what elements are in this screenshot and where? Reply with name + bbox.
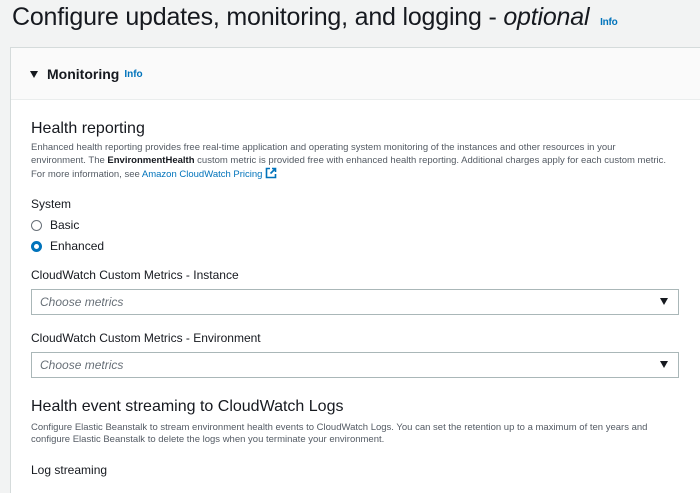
instance-metrics-field: CloudWatch Custom Metrics - Instance Cho… [31,267,679,315]
page-title: Configure updates, monitoring, and loggi… [12,3,618,32]
monitoring-info-link[interactable]: Info [124,69,142,80]
cloudwatch-pricing-link[interactable]: Amazon CloudWatch Pricing [141,167,278,180]
instance-metrics-select[interactable]: Choose metrics [31,288,679,315]
system-radio-enhanced[interactable]: Enhanced [31,236,671,257]
environment-metrics-select[interactable]: Choose metrics [31,351,679,378]
health-reporting-heading: Health reporting [31,120,145,137]
environment-metrics-placeholder: Choose metrics [40,357,124,372]
radio-basic-circle[interactable] [31,219,42,231]
environment-metrics-label: CloudWatch Custom Metrics - Environment [31,330,261,345]
instance-metrics-label: CloudWatch Custom Metrics - Instance [31,267,239,282]
log-streaming-label: Log streaming [31,462,108,477]
system-radio-basic[interactable]: Basic [31,215,671,236]
monitoring-panel: Monitoring Info Health reporting Enhance… [10,47,700,493]
dropdown-arrow-icon [660,361,668,368]
radio-enhanced-circle[interactable] [31,240,42,252]
page-title-text: Configure updates, monitoring, and loggi… [12,3,504,31]
health-streaming-heading: Health event streaming to CloudWatch Log… [31,397,344,415]
page-info-link[interactable]: Info [600,17,618,28]
health-desc-bold: EnvironmentHealth [107,154,195,166]
health-streaming-section: Health event streaming to CloudWatch Log… [31,398,671,477]
dropdown-arrow-icon [660,298,668,305]
radio-enhanced-label: Enhanced [50,239,105,253]
environment-metrics-field: CloudWatch Custom Metrics - Environment … [31,330,679,378]
system-field: System Basic Enhanced [31,197,671,257]
page-title-optional: optional [503,3,590,31]
monitoring-content: Health reporting Enhanced health reporti… [31,120,679,477]
monitoring-section-header[interactable]: Monitoring Info [11,48,700,100]
external-link-icon [266,167,277,179]
monitoring-section-title: Monitoring [47,65,120,82]
cloudwatch-pricing-link-text: Amazon CloudWatch Pricing [141,169,263,180]
system-label: System [31,196,72,211]
health-streaming-description: Configure Elastic Beanstalk to stream en… [31,421,648,446]
health-reporting-description: Enhanced health reporting provides free … [31,142,671,182]
instance-metrics-placeholder: Choose metrics [40,294,124,309]
radio-basic-label: Basic [50,218,80,232]
caret-down-icon[interactable] [30,70,38,78]
